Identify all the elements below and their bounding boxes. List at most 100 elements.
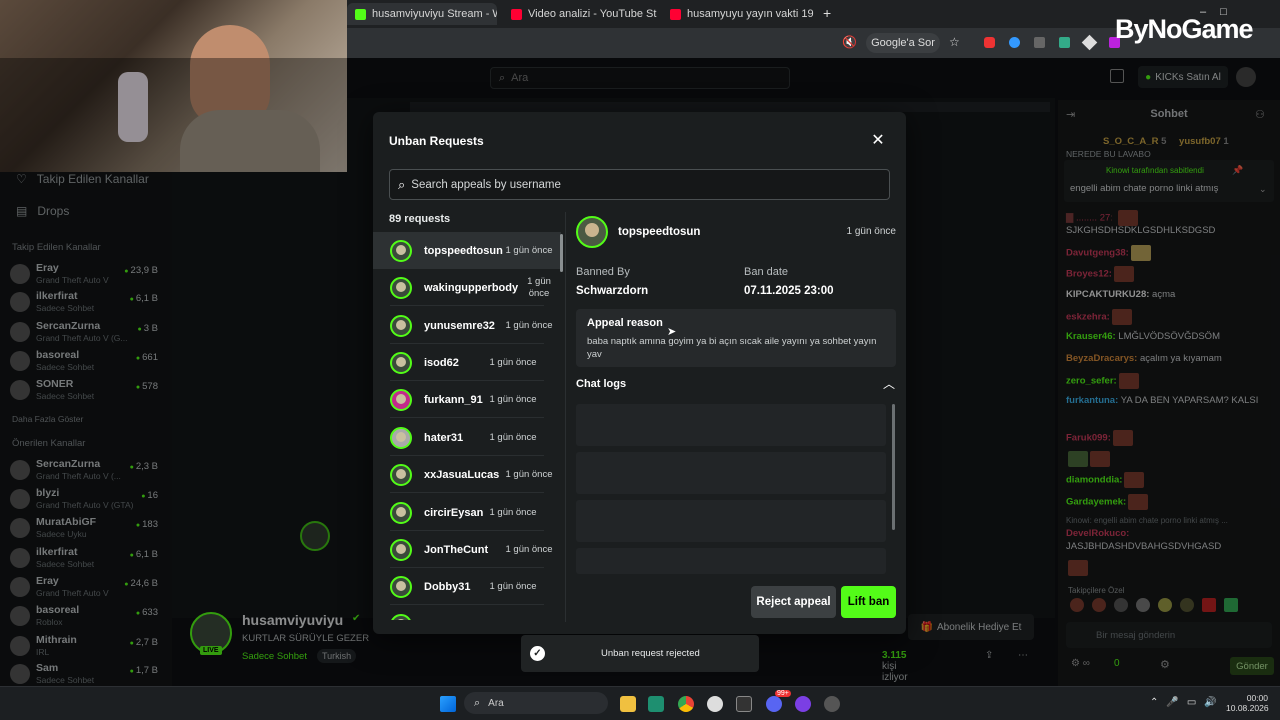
- search-icon: ⌕: [474, 696, 481, 709]
- list-item[interactable]: xxJasuaLucas 1 gün önce: [373, 456, 561, 493]
- google-ask-button[interactable]: Google'a Sor: [866, 33, 940, 53]
- list-item[interactable]: JonTheCunt 1 gün önce: [373, 531, 561, 568]
- chat-logs-label: Chat logs: [576, 378, 627, 390]
- clock-time: 00:00: [1246, 693, 1268, 703]
- terminal-icon[interactable]: [736, 696, 752, 712]
- reject-appeal-button[interactable]: Reject appeal: [751, 586, 836, 618]
- chrome-icon[interactable]: [678, 696, 694, 712]
- request-time: 1 gün önce: [505, 543, 553, 555]
- avatar: [390, 575, 412, 598]
- request-username: isod62: [424, 356, 459, 369]
- request-username: Dobby31: [424, 580, 471, 593]
- list-scrollbar[interactable]: [560, 234, 563, 272]
- list-item[interactable]: circirEysan 1 gün önce: [373, 494, 561, 531]
- ban-date-value: 07.11.2025 23:00: [744, 285, 834, 297]
- request-time: 1 gün önce: [489, 580, 537, 592]
- unban-requests-modal: Unban Requests ✕ ⌕ 89 requests topspeedt…: [373, 112, 906, 634]
- clock-date: 10.08.2026: [1226, 703, 1269, 713]
- request-time: 1 gün önce: [489, 431, 537, 443]
- panel-divider: [565, 212, 566, 622]
- request-username: wakingupperbody: [424, 281, 519, 294]
- taskbar-search[interactable]: ⌕ Ara: [464, 692, 608, 714]
- watermark-logo: ByNoGame: [1115, 14, 1254, 44]
- request-time: 1 gün önce: [505, 319, 553, 331]
- list-item[interactable]: wakingupperbody 1 gün önce: [373, 269, 561, 306]
- mouse-cursor-icon: ➤: [667, 326, 677, 338]
- request-count: 89 requests: [389, 213, 451, 225]
- list-item[interactable]: [373, 606, 561, 620]
- avatar: [576, 216, 608, 248]
- list-item[interactable]: isod62 1 gün önce: [373, 344, 561, 381]
- request-time: 1 gün önce: [489, 393, 537, 405]
- appeal-reason-text: baba naptık amına goyim ya bi açın sıcak…: [587, 336, 877, 360]
- request-username: JonTheCunt: [424, 543, 489, 556]
- request-list: topspeedtosun 1 gün önce wakingupperbody 1…: [373, 232, 563, 620]
- avatar: [390, 426, 412, 449]
- avatar: [390, 501, 412, 524]
- close-icon[interactable]: ✕: [869, 132, 887, 150]
- discord-icon[interactable]: [766, 696, 782, 712]
- bookmark-star-icon[interactable]: ☆: [949, 35, 960, 49]
- request-username: yunusemre32: [424, 319, 495, 332]
- extension-icons[interactable]: [984, 34, 1134, 51]
- appeal-reason-label: Appeal reason: [587, 317, 663, 329]
- avatar: [390, 276, 412, 299]
- toast-notification: ✓ Unban request rejected: [521, 635, 759, 672]
- windows-start-icon[interactable]: [440, 696, 456, 712]
- youtube-icon: [670, 8, 681, 20]
- avatar: [390, 463, 412, 486]
- chat-logs-scrollbar[interactable]: [892, 404, 895, 530]
- tab-kick-stream[interactable]: husamviyuviyu Stream - Wa ✕: [347, 3, 497, 25]
- app-icon[interactable]: [648, 696, 664, 712]
- check-icon: ✓: [530, 646, 545, 661]
- chat-log-row: [576, 404, 886, 446]
- list-item[interactable]: hater31 1 gün önce: [373, 419, 561, 456]
- tab-title: husamviyuviyu Stream - Wa: [372, 8, 497, 20]
- request-username: xxJasuaLucas: [424, 468, 500, 481]
- discord-badge: 99+: [775, 690, 791, 697]
- tab-youtube-stream[interactable]: husamyuyu yayın vakti 19 - You ✕: [662, 3, 816, 25]
- tab-title: Video analizi - YouTube Studio: [528, 8, 657, 20]
- avatar: [390, 388, 412, 411]
- file-explorer-icon[interactable]: [620, 696, 636, 712]
- chevron-up-icon[interactable]: ︿: [882, 375, 896, 391]
- list-item[interactable]: yunusemre32 1 gün önce: [373, 307, 561, 344]
- tab-title: husamyuyu yayın vakti 19 - You: [687, 8, 816, 20]
- banned-by-label: Banned By: [576, 266, 630, 278]
- app-icon[interactable]: [707, 696, 723, 712]
- appeal-reason-box: Appeal reason baba naptık amına goyim ya…: [576, 309, 896, 367]
- appeal-search-input[interactable]: [411, 178, 852, 191]
- lift-ban-button[interactable]: Lift ban: [841, 586, 896, 618]
- mute-icon[interactable]: 🔇: [842, 35, 857, 49]
- detail-time: 1 gün önce: [846, 226, 897, 237]
- chat-log-row: [576, 500, 886, 542]
- clock[interactable]: 00:00 10.08.2026: [1226, 693, 1269, 713]
- list-item[interactable]: furkann_91 1 gün önce: [373, 381, 561, 418]
- chat-log-row: [576, 452, 886, 494]
- request-time: 1 gün önce: [505, 244, 553, 256]
- request-detail: topspeedtosun 1 gün önce Banned By Schwa…: [576, 216, 896, 626]
- google-ask-label: Google'a Sor: [871, 37, 935, 49]
- avatar: [390, 351, 412, 374]
- appeal-search-field[interactable]: ⌕: [389, 169, 890, 200]
- request-time: 1 gün önce: [527, 275, 551, 299]
- avatar: [390, 314, 412, 337]
- toast-text: Unban request rejected: [601, 648, 700, 659]
- app-icon[interactable]: [795, 696, 811, 712]
- obs-icon[interactable]: [824, 696, 840, 712]
- detail-username: topspeedtosun: [618, 226, 701, 238]
- tray-icons[interactable]: ⌃🎤▭🔊: [1150, 697, 1225, 708]
- list-item[interactable]: Dobby31 1 gün önce: [373, 568, 561, 605]
- request-time: 1 gün önce: [505, 468, 553, 480]
- tab-youtube-studio[interactable]: Video analizi - YouTube Studio ✕: [503, 3, 657, 25]
- avatar: [390, 613, 412, 620]
- request-username: hater31: [424, 431, 464, 444]
- avatar: [390, 538, 412, 561]
- list-item[interactable]: topspeedtosun 1 gün önce: [373, 232, 561, 269]
- request-time: 1 gün önce: [489, 506, 537, 518]
- request-time: 1 gün önce: [489, 356, 537, 368]
- new-tab-button[interactable]: +: [823, 5, 831, 21]
- search-icon: ⌕: [398, 176, 406, 192]
- kick-icon: [355, 8, 366, 20]
- chat-log-row: [576, 548, 886, 574]
